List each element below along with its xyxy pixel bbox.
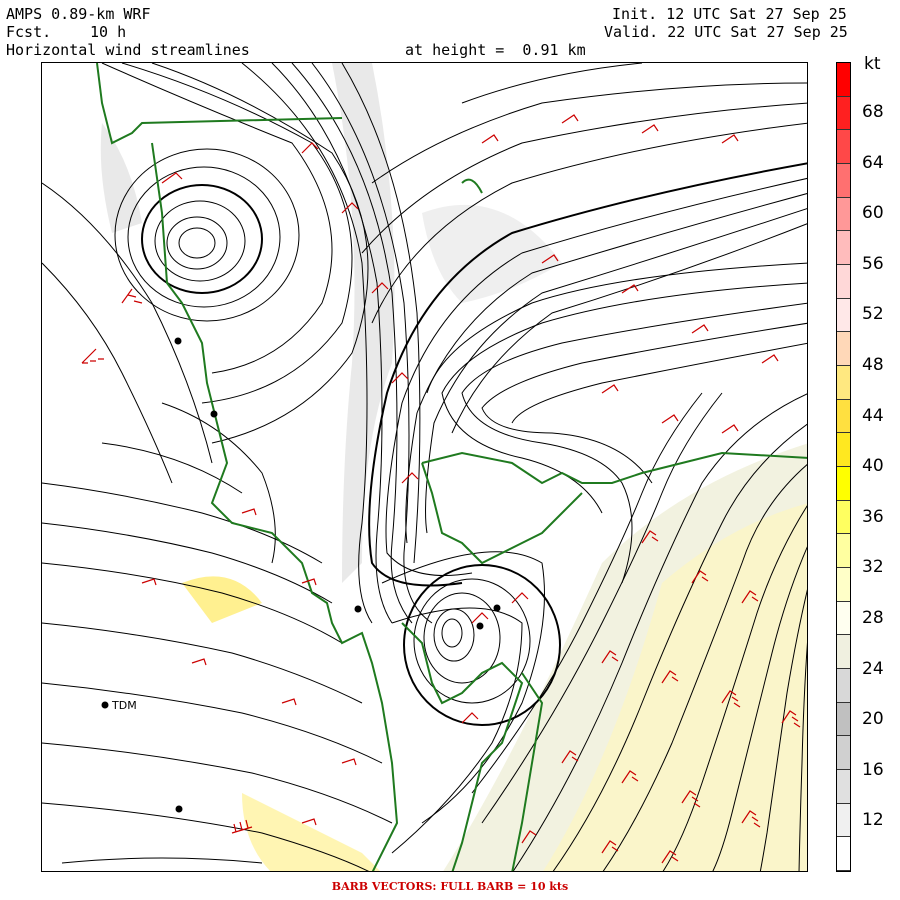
- wind-barb: [81, 348, 104, 364]
- colorbar-segment: [837, 568, 850, 602]
- init-time: Init. 12 UTC Sat 27 Sep 25: [612, 5, 847, 23]
- colorbar-label: 36: [862, 506, 884, 527]
- valid-time: Valid. 22 UTC Sat 27 Sep 25: [604, 23, 848, 41]
- station-dot: [175, 805, 183, 813]
- colorbar-segment: [837, 298, 850, 333]
- forecast-label: Fcst.: [6, 23, 52, 41]
- barb-legend: BARB VECTORS: FULL BARB = 10 kts: [331, 880, 569, 893]
- height-label: at height = 0.91 km: [405, 41, 586, 59]
- colorbar-segment: [837, 63, 850, 97]
- western-cyclone: [178, 227, 216, 259]
- colorbar-segment: [837, 366, 850, 400]
- map-panel: TDM: [41, 62, 808, 872]
- colorbar-label: 68: [862, 102, 884, 122]
- colorbar-label: 60: [862, 203, 884, 224]
- colorbar-segment: [837, 197, 850, 232]
- forecast-hour: 10 h: [90, 23, 127, 41]
- colorbar-segment: [837, 399, 850, 434]
- colorbar-label: 28: [862, 608, 884, 628]
- station-dot: [174, 337, 182, 345]
- colorbar-label: 12: [862, 810, 884, 831]
- colorbar-label: 52: [862, 304, 884, 325]
- colorbar-label: 56: [862, 253, 884, 274]
- colorbar-label: 40: [862, 456, 884, 477]
- colorbar-segment: [837, 164, 850, 198]
- colorbar-label: 64: [862, 152, 884, 173]
- colorbar-segment: [837, 770, 850, 804]
- streamline-map: TDM: [42, 63, 807, 871]
- colorbar-segment: [837, 265, 850, 299]
- colorbar-segment: [837, 433, 850, 467]
- colorbar-segment: [837, 231, 850, 265]
- wind-shade-south: [242, 793, 380, 871]
- colorbar-segment: [837, 534, 850, 568]
- colorbar-unit: kt: [864, 54, 881, 74]
- colorbar: [836, 62, 851, 872]
- station-dot: [354, 605, 362, 613]
- wind-shade-west: [182, 576, 262, 623]
- colorbar-segment: [837, 332, 850, 366]
- colorbar-segment: [837, 669, 850, 703]
- colorbar-segment: [837, 467, 850, 501]
- colorbar-label: 24: [862, 658, 884, 679]
- wind-shade-nw: [100, 123, 142, 233]
- field-title: Horizontal wind streamlines: [6, 41, 250, 59]
- station-dot: [210, 410, 218, 418]
- colorbar-label: 16: [862, 759, 884, 780]
- colorbar-label: 20: [862, 709, 884, 730]
- colorbar-segment: [837, 635, 850, 669]
- model-title: AMPS 0.89-km WRF: [6, 5, 151, 23]
- colorbar-segment: [837, 601, 850, 636]
- colorbar-segment: [837, 803, 850, 838]
- station-dot: [476, 622, 484, 630]
- station-label-tdm: TDM: [111, 699, 137, 712]
- colorbar-segment: [837, 130, 850, 164]
- station-dot-tdm: [101, 701, 109, 709]
- central-cyclone: [441, 618, 463, 648]
- station-dot: [493, 604, 501, 612]
- colorbar-label: 48: [862, 355, 884, 375]
- colorbar-segment: [837, 96, 850, 131]
- colorbar-segment: [837, 702, 850, 737]
- colorbar-label: 32: [862, 557, 884, 578]
- colorbar-segment: [837, 736, 850, 770]
- colorbar-segment: [837, 500, 850, 535]
- colorbar-label: 44: [862, 405, 884, 426]
- colorbar-segment: [837, 837, 850, 871]
